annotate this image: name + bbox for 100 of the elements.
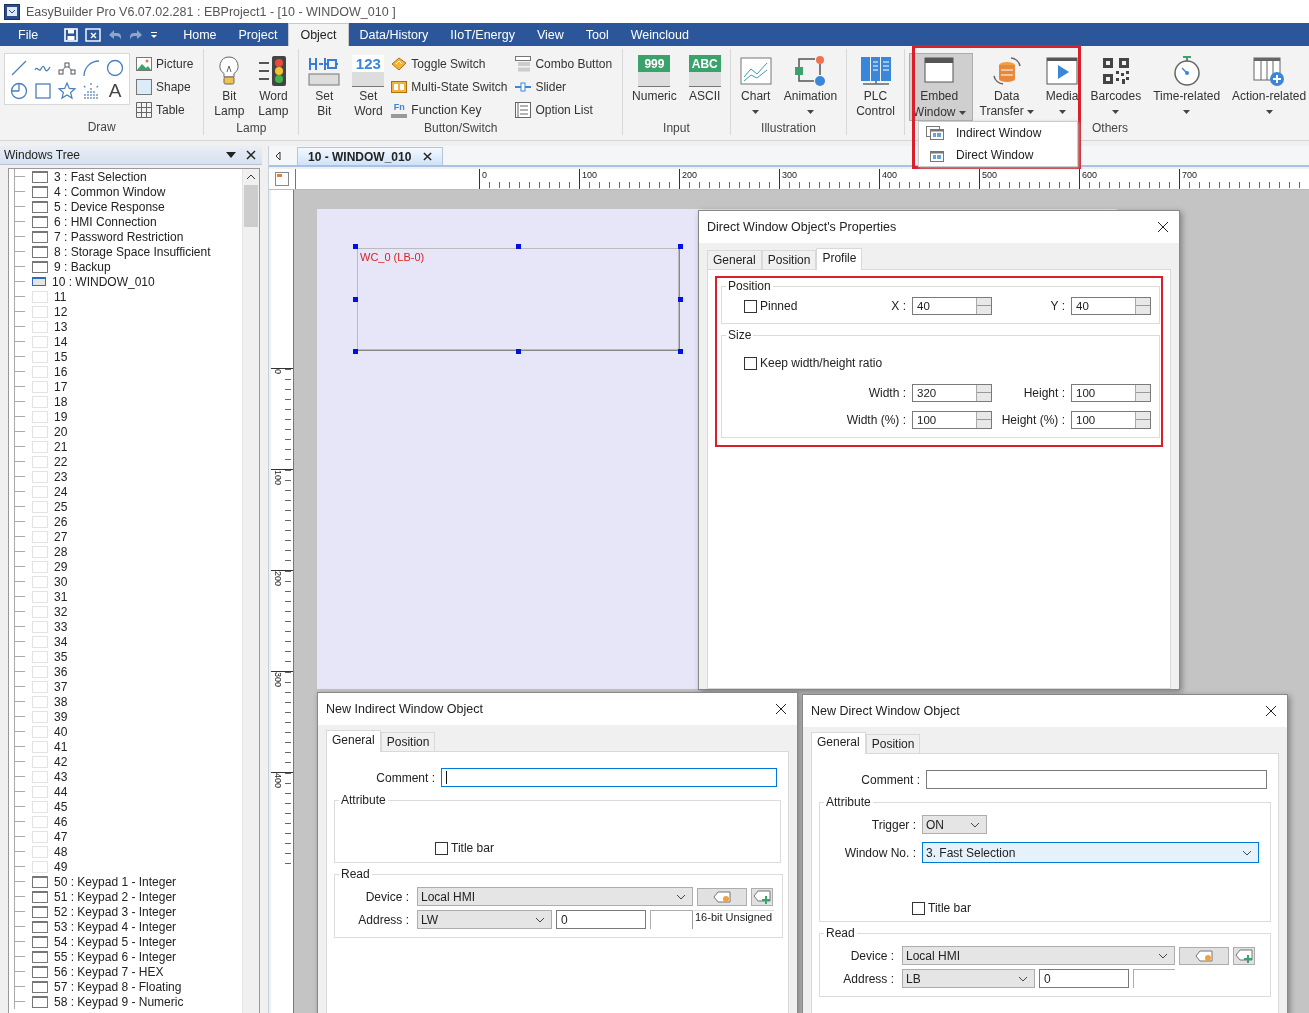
close-window-icon[interactable] xyxy=(85,27,102,42)
tree-item[interactable]: 51 : Keypad 2 - Integer xyxy=(54,889,177,904)
dialog-tab[interactable]: General xyxy=(707,250,762,269)
customize-caret-icon[interactable] xyxy=(150,30,159,39)
spin-field[interactable]: 100 xyxy=(1071,411,1151,429)
tree-item[interactable]: 37 xyxy=(54,679,68,694)
ribbon-button[interactable]: 123 Set Word xyxy=(347,53,390,121)
tree-item[interactable]: 34 xyxy=(54,634,68,649)
ribbon-button[interactable]: Picture xyxy=(136,54,200,74)
ribbon-button[interactable]: Combo Button xyxy=(515,54,619,74)
spin-buttons[interactable] xyxy=(976,412,991,428)
tree-item[interactable]: 43 xyxy=(54,769,68,784)
dropdown-icon[interactable] xyxy=(226,152,236,158)
text-tool-icon[interactable]: A xyxy=(105,79,125,102)
spin-field[interactable]: 40 xyxy=(1071,297,1151,315)
ribbon-tab[interactable]: View xyxy=(525,23,575,46)
resize-handle[interactable] xyxy=(353,349,358,354)
tree-item[interactable]: 50 : Keypad 1 - Integer xyxy=(54,874,177,889)
tree-item[interactable]: 21 xyxy=(54,439,68,454)
dialog-tab[interactable]: Position xyxy=(761,250,817,269)
ribbon-button[interactable]: Data Transfer xyxy=(974,53,1039,121)
tree-item[interactable]: 58 : Keypad 9 - Numeric xyxy=(54,994,184,1009)
resize-handle[interactable] xyxy=(353,297,358,302)
tree-item[interactable]: 46 xyxy=(54,814,68,829)
tree-item[interactable]: 36 xyxy=(54,664,68,679)
ruler-corner-icon[interactable] xyxy=(275,172,289,186)
dialog-tab[interactable]: General xyxy=(811,732,866,754)
address-extra-field[interactable] xyxy=(650,910,692,929)
ribbon-button[interactable]: Action-related xyxy=(1227,53,1309,121)
tree-item[interactable]: 57 : Keypad 8 - Floating xyxy=(54,979,182,994)
tag-button[interactable] xyxy=(697,887,747,906)
dialog-tab[interactable]: Position xyxy=(380,732,436,751)
tree-item[interactable]: 29 xyxy=(54,559,68,574)
add-tag-button[interactable] xyxy=(1233,946,1255,965)
tree-item[interactable]: 7 : Password Restriction xyxy=(54,229,184,244)
tree-item[interactable]: 48 xyxy=(54,844,68,859)
tree-item[interactable]: 30 xyxy=(54,574,68,589)
spin-field[interactable]: 320 xyxy=(912,384,992,402)
tree-item[interactable]: 45 xyxy=(54,799,68,814)
tree-item[interactable]: 11 xyxy=(54,289,67,304)
ribbon-tab[interactable]: Data/History xyxy=(348,23,440,46)
tree-item[interactable]: 28 xyxy=(54,544,68,559)
save-icon[interactable] xyxy=(64,27,79,42)
tree-item[interactable]: 18 xyxy=(54,394,68,409)
dialog-tab[interactable]: Position xyxy=(865,734,921,753)
star-tool-icon[interactable] xyxy=(58,81,76,100)
tree-item[interactable]: 42 xyxy=(54,754,68,769)
resize-handle[interactable] xyxy=(678,349,683,354)
scatter-tool-icon[interactable] xyxy=(82,81,100,100)
document-tab[interactable]: 10 - WINDOW_010 xyxy=(297,147,444,165)
ribbon-button[interactable]: PLC Control xyxy=(851,53,900,121)
ribbon-button[interactable]: Fn Function Key xyxy=(391,100,514,120)
tree-item[interactable]: 47 xyxy=(54,829,68,844)
tree-item[interactable]: 31 xyxy=(54,589,68,604)
spin-field[interactable]: 100 xyxy=(1071,384,1151,402)
close-icon[interactable] xyxy=(246,150,256,160)
undo-icon[interactable] xyxy=(108,28,123,41)
resize-handle[interactable] xyxy=(516,244,521,249)
ribbon-button[interactable]: Option List xyxy=(515,100,619,120)
tree-item[interactable]: 10 : WINDOW_010 xyxy=(52,274,155,289)
ribbon-button[interactable]: Word Lamp xyxy=(252,53,295,121)
tree-item[interactable]: 27 xyxy=(54,529,68,544)
tree-item[interactable]: 13 xyxy=(54,319,68,334)
device-dropdown[interactable]: Local HMI xyxy=(902,946,1175,965)
checkbox[interactable]: Title bar xyxy=(828,901,1262,915)
ribbon-button[interactable]: Bit Lamp xyxy=(208,53,251,121)
resize-handle[interactable] xyxy=(516,349,521,354)
ribbon-button[interactable]: Time-related xyxy=(1148,53,1226,121)
resize-handle[interactable] xyxy=(353,244,358,249)
tree-item[interactable]: 16 xyxy=(54,364,68,379)
tree-item[interactable]: 49 xyxy=(54,859,68,874)
tree-item[interactable]: 44 xyxy=(54,784,68,799)
ribbon-button[interactable]: Chart xyxy=(734,53,777,121)
comment-field[interactable] xyxy=(441,768,777,787)
tree-item[interactable]: 22 xyxy=(54,454,68,469)
tree-item[interactable]: 23 xyxy=(54,469,68,484)
ribbon-tab[interactable]: IIoT/Energy xyxy=(439,23,526,46)
tree-item[interactable]: 9 : Backup xyxy=(54,259,111,274)
tree-item[interactable]: 4 : Common Window xyxy=(54,184,166,199)
close-icon[interactable] xyxy=(423,152,433,161)
ribbon-button[interactable]: Media xyxy=(1040,53,1084,121)
dialog-tab[interactable]: General xyxy=(326,730,381,752)
tree-item[interactable]: 5 : Device Response xyxy=(54,199,165,214)
ribbon-button[interactable]: Barcodes xyxy=(1085,53,1147,121)
spin-buttons[interactable] xyxy=(976,298,991,314)
spin-buttons[interactable] xyxy=(976,385,991,401)
ribbon-button[interactable]: Slider xyxy=(515,77,619,97)
ribbon-button[interactable]: ABC ASCII xyxy=(683,53,726,121)
tag-button[interactable] xyxy=(1179,946,1229,965)
tree-item[interactable]: 15 xyxy=(54,349,68,364)
pie-tool-icon[interactable] xyxy=(10,81,28,100)
tree-item[interactable]: 39 xyxy=(54,709,68,724)
tree-item[interactable]: 19 xyxy=(54,409,68,424)
rectangle-tool-icon[interactable] xyxy=(34,81,52,100)
menu-item[interactable]: Indirect Window xyxy=(919,122,1077,144)
tree-item[interactable]: 17 xyxy=(54,379,68,394)
ribbon-button[interactable]: 999 Numeric xyxy=(627,53,682,121)
tree-item[interactable]: 6 : HMI Connection xyxy=(54,214,157,229)
tree-item[interactable]: 33 xyxy=(54,619,68,634)
scrollbar[interactable] xyxy=(242,169,259,1013)
